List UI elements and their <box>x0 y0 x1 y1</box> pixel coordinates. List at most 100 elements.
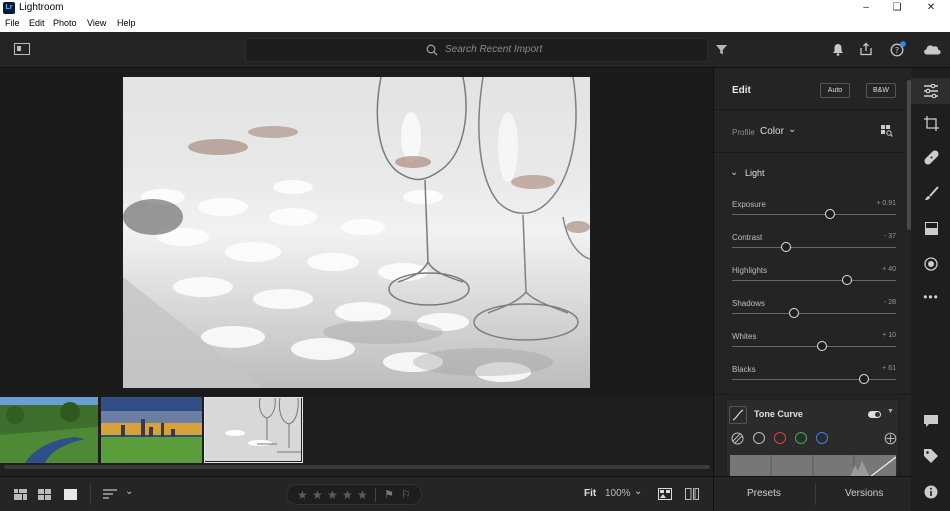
linear-gradient-icon[interactable] <box>921 221 941 241</box>
slider-label: Whites <box>732 332 757 341</box>
tool-rail: ••• <box>911 68 950 511</box>
menu-help[interactable]: Help <box>117 18 136 28</box>
tone-curve-graph[interactable] <box>730 455 897 478</box>
filmstrip <box>0 397 713 476</box>
curve-channel-red-icon[interactable] <box>774 432 786 444</box>
crop-icon[interactable] <box>921 116 941 136</box>
info-icon[interactable] <box>921 485 941 505</box>
bw-button[interactable]: B&W <box>866 83 896 98</box>
thumbnail-river-landscape[interactable] <box>0 397 98 463</box>
filter-icon[interactable] <box>716 44 727 55</box>
share-icon[interactable] <box>859 42 873 56</box>
thumbnail-image <box>205 397 301 461</box>
light-chevron-down-icon[interactable]: ⌄ <box>730 167 738 178</box>
menu-photo[interactable]: Photo <box>53 18 77 28</box>
slider-label: Exposure <box>732 200 766 209</box>
slider-track[interactable] <box>732 247 896 248</box>
curve-channel-blue-icon[interactable] <box>816 432 828 444</box>
menu-file[interactable]: File <box>5 18 20 28</box>
cloud-icon[interactable] <box>922 42 942 55</box>
tone-curve-menu-icon[interactable]: ▼ <box>887 408 894 415</box>
profile-chevron-down-icon[interactable]: ⌄ <box>788 124 796 135</box>
flag-pick-icon[interactable]: ⚑ <box>384 488 394 501</box>
filmstrip-scrollbar[interactable] <box>4 465 710 469</box>
sort-chevron-down-icon[interactable]: ⌄ <box>125 486 133 497</box>
menu-edit[interactable]: Edit <box>29 18 45 28</box>
bell-icon[interactable] <box>832 43 844 56</box>
slider-thumb[interactable] <box>859 374 870 384</box>
slider-shadows[interactable]: Shadows - 28 <box>732 299 896 329</box>
zoom-level[interactable]: 100% <box>605 488 631 499</box>
tag-icon[interactable] <box>921 449 941 469</box>
parametric-curve-icon[interactable] <box>731 432 744 445</box>
slider-contrast[interactable]: Contrast - 37 <box>732 233 896 263</box>
thumbnail-wine-glasses[interactable] <box>204 397 303 463</box>
profile-browser-icon[interactable] <box>881 125 893 137</box>
light-section-header[interactable]: Light <box>745 168 765 178</box>
versions-button[interactable]: Versions <box>845 488 883 499</box>
slider-track[interactable] <box>732 346 896 347</box>
slider-label: Shadows <box>732 299 765 308</box>
main-photo[interactable] <box>123 77 590 388</box>
square-grid-icon[interactable] <box>14 489 27 500</box>
comment-icon[interactable] <box>921 414 941 434</box>
slider-value[interactable]: - 28 <box>884 299 896 306</box>
compare-icon[interactable] <box>658 488 672 500</box>
detail-view-icon[interactable] <box>64 489 77 500</box>
presets-button[interactable]: Presets <box>747 488 781 499</box>
slider-thumb[interactable] <box>781 242 792 252</box>
panel-toggle-icon[interactable] <box>14 43 30 55</box>
slider-whites[interactable]: Whites + 10 <box>732 332 896 362</box>
close-icon[interactable]: ✕ <box>918 0 944 16</box>
thumbnail-city-skyline-sunset[interactable] <box>101 397 202 463</box>
star-icon[interactable]: ★ <box>327 488 338 502</box>
profile-dropdown[interactable]: Color <box>760 126 784 137</box>
brush-icon[interactable] <box>921 186 941 206</box>
search-bar[interactable]: Search Recent Import <box>245 38 708 62</box>
slider-value[interactable]: - 37 <box>884 233 896 240</box>
slider-value[interactable]: + 10 <box>882 332 896 339</box>
tone-curve-toggle[interactable] <box>868 411 881 418</box>
slider-value[interactable]: + 40 <box>882 266 896 273</box>
auto-button[interactable]: Auto <box>820 83 850 98</box>
curve-channel-green-icon[interactable] <box>795 432 807 444</box>
star-icon[interactable]: ★ <box>342 488 353 502</box>
slider-value[interactable]: + 0.91 <box>876 200 896 207</box>
star-icon[interactable]: ★ <box>297 488 308 502</box>
before-after-icon[interactable] <box>685 488 699 500</box>
help-icon[interactable]: ? <box>890 41 906 57</box>
wine-glasses-photo <box>123 77 590 388</box>
minimize-icon[interactable]: – <box>853 0 879 16</box>
more-options-icon[interactable]: ••• <box>921 287 941 307</box>
star-icon[interactable]: ★ <box>312 488 323 502</box>
flag-reject-icon[interactable]: ⚐ <box>401 488 411 501</box>
slider-thumb[interactable] <box>841 275 852 285</box>
slider-blacks[interactable]: Blacks + 61 <box>732 365 896 395</box>
slider-thumb[interactable] <box>817 341 828 351</box>
slider-value[interactable]: + 61 <box>882 365 896 372</box>
radial-gradient-icon[interactable] <box>921 257 941 277</box>
sort-icon[interactable] <box>103 489 117 499</box>
top-toolbar: Search Recent Import ? <box>0 32 950 68</box>
slider-track[interactable] <box>732 280 896 281</box>
tone-curve-icon[interactable] <box>729 406 747 424</box>
edit-sliders-icon[interactable] <box>911 78 950 104</box>
slider-track[interactable] <box>732 379 896 380</box>
slider-thumb[interactable] <box>824 209 835 219</box>
slider-track[interactable] <box>732 214 896 215</box>
zoom-chevron-down-icon[interactable]: ⌄ <box>634 486 642 497</box>
search-input[interactable]: Search Recent Import <box>445 44 542 55</box>
maximize-icon[interactable]: ❏ <box>884 0 910 16</box>
slider-thumb[interactable] <box>788 308 799 318</box>
slider-track[interactable] <box>732 313 896 314</box>
healing-icon[interactable] <box>921 150 941 170</box>
grid-view-icon[interactable] <box>38 489 51 500</box>
curve-channel-rgb-icon[interactable] <box>753 432 765 444</box>
fit-button[interactable]: Fit <box>584 488 596 499</box>
slider-highlights[interactable]: Highlights + 40 <box>732 266 896 296</box>
slider-exposure[interactable]: Exposure + 0.91 <box>732 200 896 230</box>
menu-view[interactable]: View <box>87 18 106 28</box>
target-adjust-icon[interactable] <box>884 432 897 445</box>
star-icon[interactable]: ★ <box>357 488 368 502</box>
tone-curve-title[interactable]: Tone Curve <box>754 409 803 419</box>
